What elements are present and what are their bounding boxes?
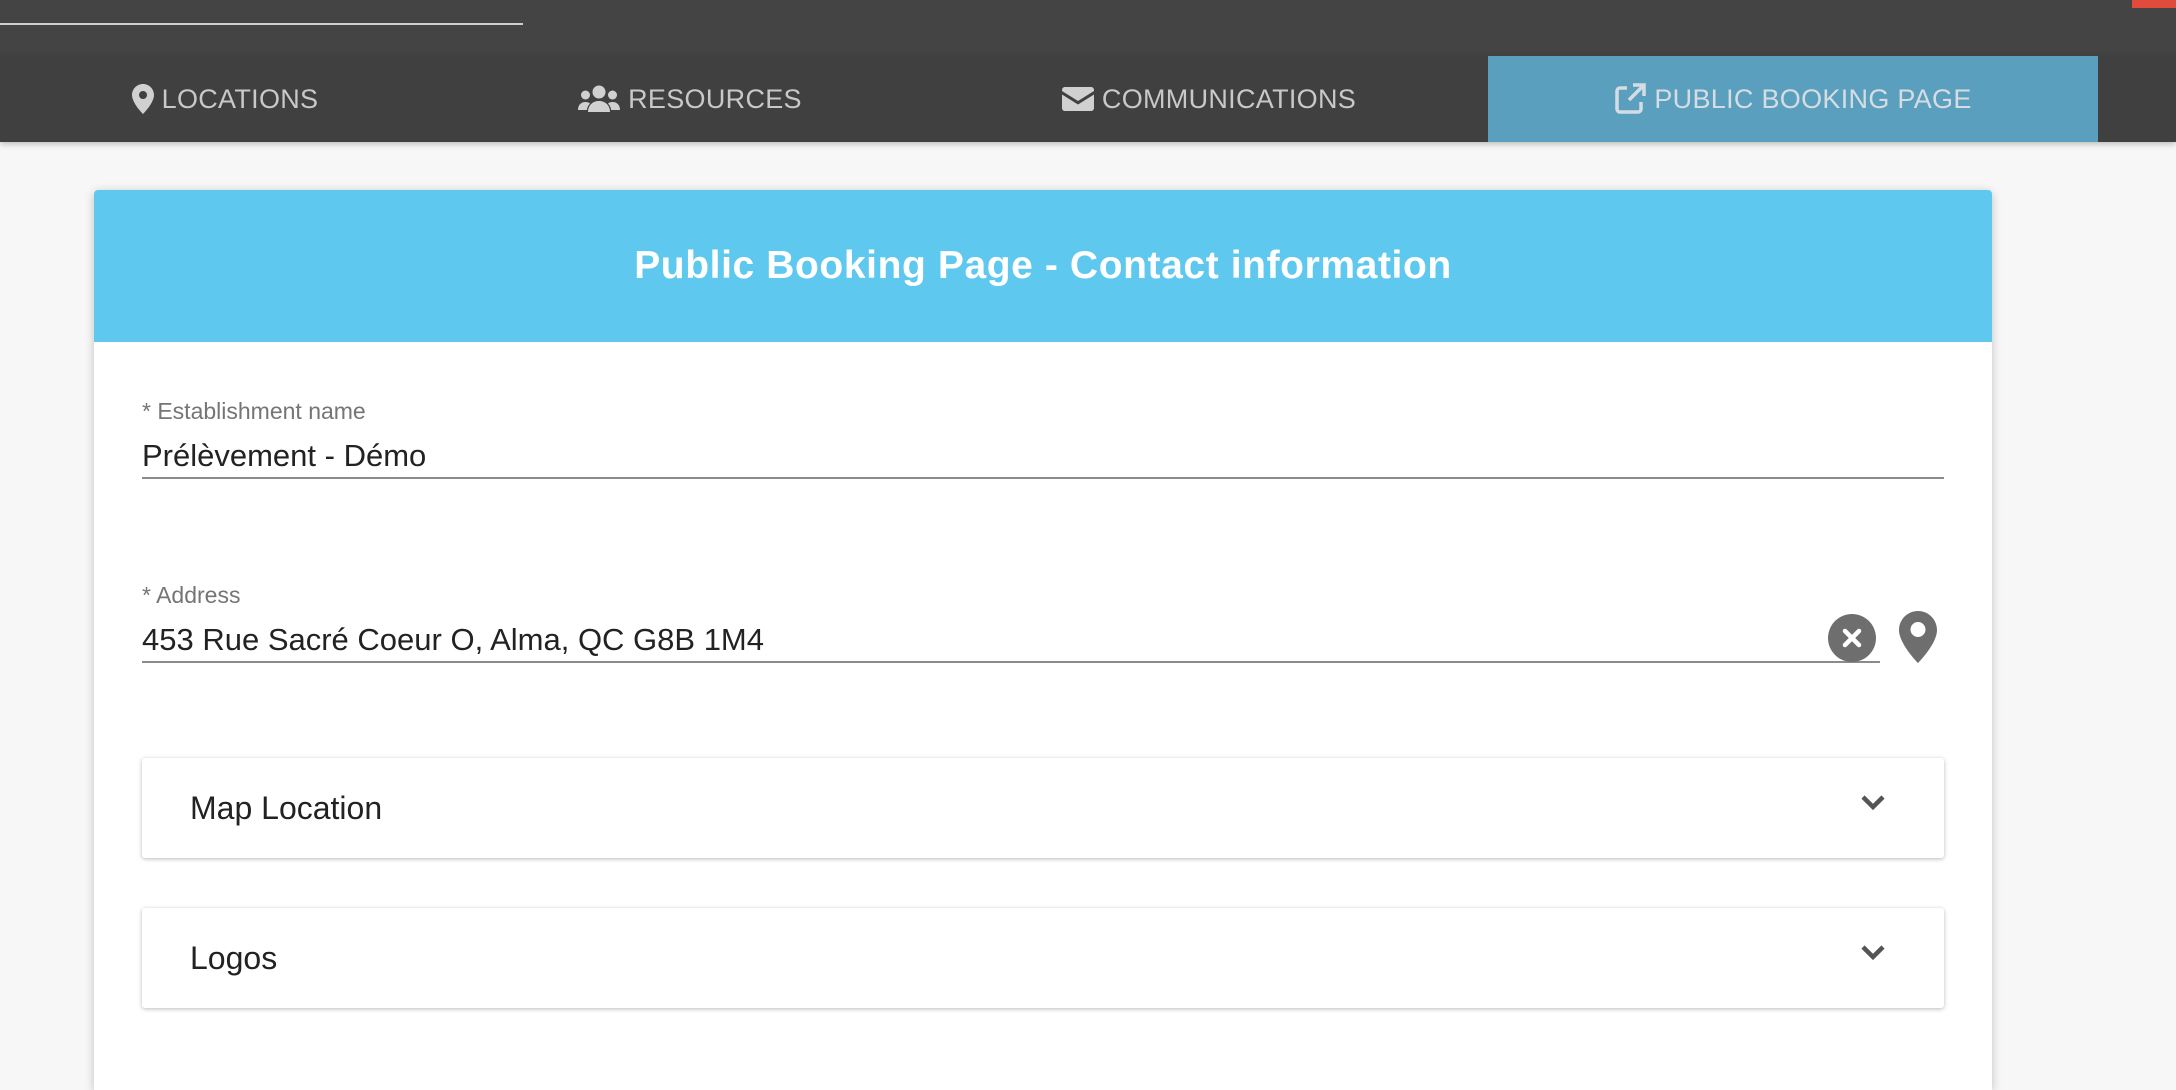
search-underline[interactable] [0, 23, 523, 25]
card-header: Public Booking Page - Contact informatio… [94, 190, 1992, 342]
map-location-panel[interactable]: Map Location [142, 758, 1944, 858]
establishment-name-field: * Establishment name [142, 398, 1944, 479]
tab-communications-label: COMMUNICATIONS [1101, 83, 1357, 114]
users-icon [578, 84, 621, 114]
chevron-down-icon[interactable] [1860, 944, 1886, 967]
establishment-name-label: * Establishment name [142, 398, 366, 424]
address-field: * Address [142, 582, 1880, 663]
address-input[interactable] [142, 619, 1880, 661]
tab-resources[interactable]: RESOURCES [450, 56, 930, 142]
chevron-down-icon[interactable] [1860, 794, 1886, 817]
address-underline [142, 661, 1880, 663]
tab-public-booking-page-label: PUBLIC BOOKING PAGE [1654, 83, 1972, 114]
envelope-icon [1061, 87, 1094, 111]
tab-communications[interactable]: COMMUNICATIONS [930, 56, 1488, 142]
establishment-name-input[interactable] [142, 435, 1944, 477]
contact-info-card: Public Booking Page - Contact informatio… [94, 190, 1992, 1090]
map-marker-icon[interactable] [1898, 610, 1938, 664]
map-location-title: Map Location [190, 789, 383, 826]
external-link-icon [1614, 83, 1647, 115]
tab-public-booking-page[interactable]: PUBLIC BOOKING PAGE [1488, 56, 2098, 142]
close-circle-icon[interactable] [1828, 614, 1876, 662]
main-tab-bar: LOCATIONS RESOURCES COMMUNICATIONS PUBLI… [0, 56, 2176, 142]
close-button[interactable] [2132, 0, 2176, 8]
logos-title: Logos [190, 939, 278, 976]
logos-panel[interactable]: Logos [142, 908, 1944, 1008]
tab-resources-label: RESOURCES [628, 83, 802, 114]
establishment-name-underline [142, 477, 1944, 479]
card-title: Public Booking Page - Contact informatio… [634, 244, 1452, 287]
address-label: * Address [142, 582, 241, 608]
top-app-bar [0, 0, 2176, 56]
tab-locations-label: LOCATIONS [161, 83, 319, 114]
map-marker-icon [131, 84, 154, 114]
tab-locations[interactable]: LOCATIONS [0, 56, 450, 142]
